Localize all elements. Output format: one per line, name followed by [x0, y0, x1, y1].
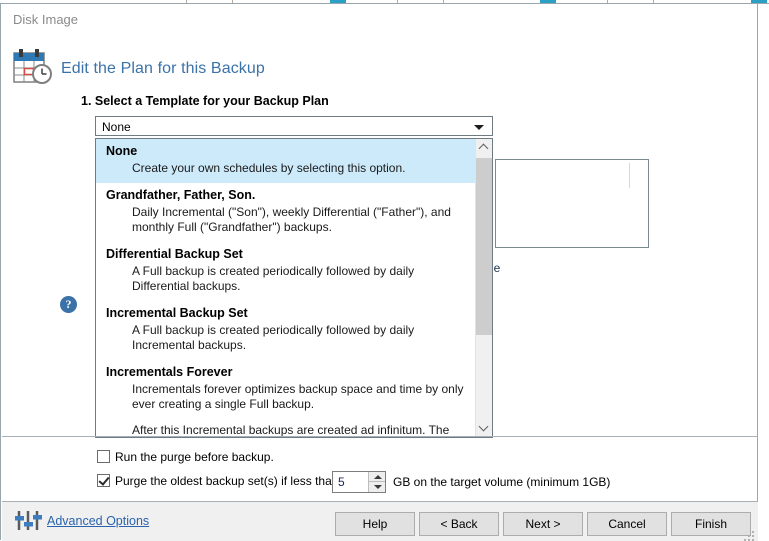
run-purge-before-backup-row[interactable]: Run the purge before backup.	[97, 450, 274, 464]
purge-oldest-backup-checkbox[interactable]	[97, 474, 110, 487]
dropdown-item-name: Differential Backup Set	[106, 247, 243, 261]
options-divider	[2, 436, 758, 437]
step-heading: 1. Select a Template for your Backup Pla…	[81, 94, 329, 108]
dropdown-item-desc: Daily Incremental ("Son"), weekly Differ…	[132, 205, 451, 234]
threshold-spinner[interactable]: 5	[332, 471, 386, 493]
dropdown-item-desc: Incrementals forever optimizes backup sp…	[132, 382, 464, 411]
hidden-schedule-box	[495, 159, 649, 248]
template-combobox[interactable]: None	[95, 116, 493, 136]
sliders-icon[interactable]	[15, 510, 43, 532]
chevron-down-icon[interactable]	[476, 420, 492, 437]
window-title: Disk Image	[13, 12, 79, 27]
window-frame: Disk Image Edit the Plan for this Backup…	[0, 4, 758, 541]
footer-divider	[2, 501, 758, 502]
threshold-unit-label: GB on the target volume (minimum 1GB)	[393, 475, 611, 489]
dropdown-item-none[interactable]: None Create your own schedules by select…	[96, 139, 476, 183]
help-button[interactable]: Help	[335, 512, 415, 536]
chevron-down-icon[interactable]	[474, 125, 484, 130]
threshold-stepper[interactable]	[368, 472, 385, 492]
purge-oldest-backup-label: Purge the oldest backup set(s) if less t…	[115, 474, 339, 488]
page-title: Edit the Plan for this Backup	[61, 60, 265, 77]
dropdown-viewport: None Create your own schedules by select…	[96, 139, 476, 437]
template-combobox-value: None	[102, 120, 131, 134]
disk-image-wizard-window: Disk Image Edit the Plan for this Backup…	[0, 0, 769, 541]
advanced-options-link[interactable]: Advanced Options	[47, 514, 149, 528]
dropdown-item-name: Incremental Backup Set	[106, 306, 248, 320]
dropdown-item-name: Incrementals Forever	[106, 365, 233, 379]
dropdown-item-name: None	[106, 144, 138, 158]
next-button[interactable]: Next >	[503, 512, 583, 536]
finish-button[interactable]: Finish	[671, 512, 751, 536]
dropdown-item-desc: Create your own schedules by selecting t…	[132, 161, 406, 175]
run-purge-before-backup-checkbox[interactable]	[97, 450, 110, 463]
back-button[interactable]: < Back	[419, 512, 499, 536]
dropdown-scrollbar[interactable]	[475, 139, 492, 437]
template-dropdown-list[interactable]: None Create your own schedules by select…	[95, 138, 493, 438]
cancel-button[interactable]: Cancel	[587, 512, 667, 536]
dropdown-item-name: Grandfather, Father, Son.	[106, 188, 256, 202]
spinner-up-icon[interactable]	[369, 472, 385, 482]
dropdown-item-grandfather-father-son[interactable]: Grandfather, Father, Son. Daily Incremen…	[96, 183, 476, 242]
calendar-clock-icon	[13, 48, 55, 86]
dropdown-item-differential-backup-set[interactable]: Differential Backup Set A Full backup is…	[96, 242, 476, 301]
help-question-icon[interactable]: ?	[60, 296, 77, 313]
purge-oldest-backup-row[interactable]: Purge the oldest backup set(s) if less t…	[97, 474, 338, 488]
dropdown-item-desc: A Full backup is created periodically fo…	[132, 264, 415, 293]
threshold-value[interactable]: 5	[338, 475, 345, 489]
chevron-up-icon[interactable]	[476, 139, 492, 156]
scrollbar-thumb[interactable]	[476, 158, 492, 335]
dropdown-item-desc-continued: After this Incremental backups are creat…	[132, 423, 450, 437]
dropdown-item-desc: A Full backup is created periodically fo…	[132, 323, 415, 352]
dropdown-item-incremental-backup-set[interactable]: Incremental Backup Set A Full backup is …	[96, 301, 476, 360]
spinner-down-icon[interactable]	[369, 482, 385, 492]
run-purge-before-backup-label: Run the purge before backup.	[115, 450, 274, 464]
dropdown-item-incrementals-forever[interactable]: Incrementals Forever Incrementals foreve…	[96, 360, 476, 437]
